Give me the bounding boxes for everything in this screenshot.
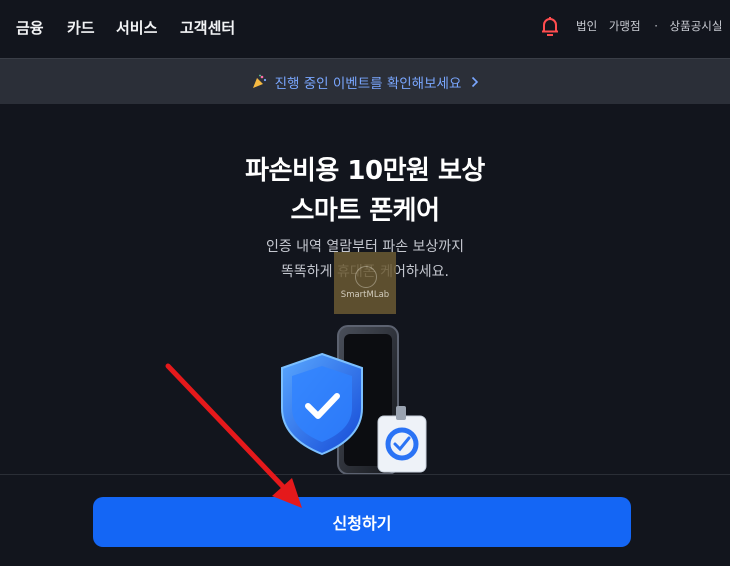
link-merchant[interactable]: 가맹점 <box>609 18 641 34</box>
nav-item-service[interactable]: 서비스 <box>116 17 157 38</box>
watermark-text: SmartMLab <box>340 290 390 300</box>
party-popper-icon <box>252 74 266 88</box>
chevron-right-icon <box>472 76 479 87</box>
hero-title-line2: 스마트 폰케어 <box>290 196 440 226</box>
phone-care-illustration <box>281 325 427 475</box>
apply-button[interactable]: 신청하기 <box>93 497 631 547</box>
bell-icon[interactable] <box>539 15 561 37</box>
utility-links: 법인 가맹점 · 상품공시실 금융 <box>576 18 730 34</box>
footer-divider <box>0 474 730 475</box>
top-navigation: 금융 카드 서비스 고객센터 법인 가맹점 · 상품공시실 금융 <box>0 0 730 54</box>
banner-text: 진행 중인 이벤트를 확인해보세요 <box>274 75 462 92</box>
badge-card-icon <box>377 406 427 473</box>
nav-item-finance[interactable]: 금융 <box>16 17 44 38</box>
watermark-logo: SmartMLab <box>334 252 396 314</box>
link-product-disclosure[interactable]: 상품공시실 <box>670 18 723 34</box>
nav-item-card[interactable]: 카드 <box>67 17 95 38</box>
hero-title-line1: 파손비용 10만원 보상 <box>245 156 485 186</box>
nav-item-customer-center[interactable]: 고객센터 <box>180 17 235 38</box>
event-banner[interactable]: 진행 중인 이벤트를 확인해보세요 <box>0 58 730 104</box>
link-corporate[interactable]: 법인 <box>576 18 597 34</box>
link-separator: · <box>654 19 658 33</box>
